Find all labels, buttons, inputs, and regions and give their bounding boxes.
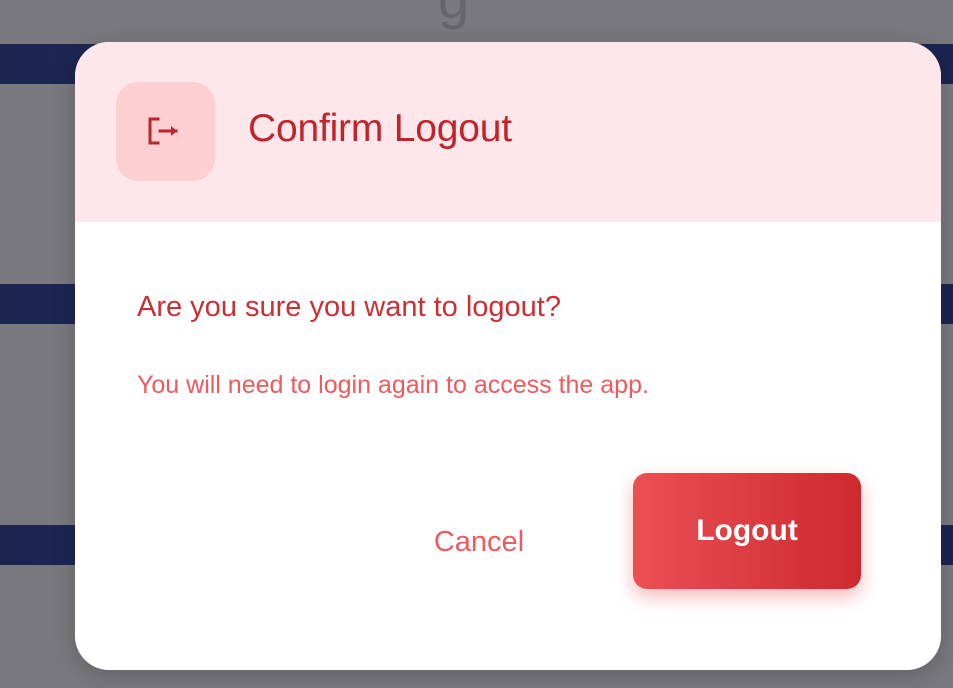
dialog-subtext: You will need to login again to access t…: [137, 371, 649, 399]
logout-button[interactable]: Logout: [633, 473, 861, 589]
logout-icon: [148, 117, 178, 145]
dialog-title: Confirm Logout: [248, 107, 512, 150]
dialog-question: Are you sure you want to logout?: [137, 291, 561, 323]
logout-icon-container: [116, 82, 215, 181]
dialog-header: Confirm Logout: [75, 42, 941, 222]
logout-dialog: Confirm Logout Are you sure you want to …: [75, 42, 941, 670]
cancel-button[interactable]: Cancel: [393, 519, 565, 565]
